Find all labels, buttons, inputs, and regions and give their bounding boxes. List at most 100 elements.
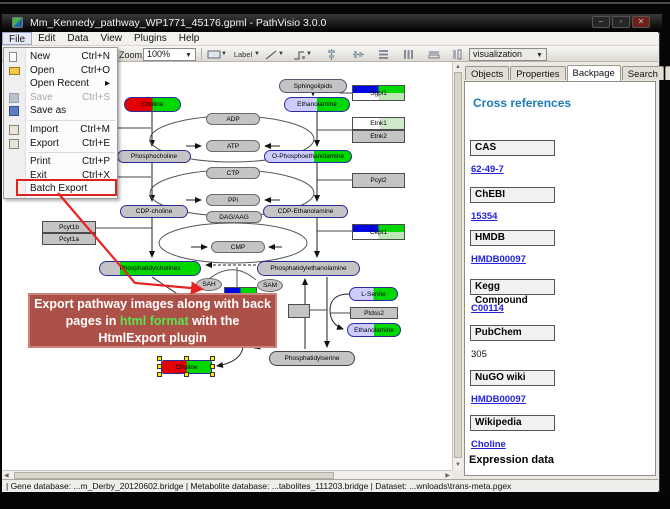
node-dag-aag[interactable]: DAG/AAG [206,211,262,223]
minimize-button[interactable]: – [592,16,610,28]
tab-legend[interactable]: Legend [665,66,670,80]
menu-edit[interactable]: Edit [32,32,61,45]
chevron-down-icon[interactable]: ▼ [221,51,227,57]
node-phosphocholine[interactable]: Phosphocholine [117,150,191,163]
menu-item-print[interactable]: PrintCtrl+P [4,155,117,169]
node-l-serine[interactable]: L-Serine [349,287,398,301]
node-ctp[interactable]: CTP [206,167,260,179]
node-sphingolipids[interactable]: Sphingolipids [279,79,347,93]
gene-sgpl1[interactable]: Sgpl1 [352,85,405,101]
menu-item-open-recent[interactable]: Open Recent▸ [4,77,117,91]
window-title: Mm_Kennedy_pathway_WP1771_45176.gpml - P… [30,17,326,29]
menu-bar: File Edit Data View Plugins Help [2,32,658,46]
callout-highlight: html format [120,314,189,328]
scroll-up-icon[interactable]: ▲ [455,63,461,71]
label-tool-button[interactable]: Label [230,48,256,61]
selection-handle[interactable] [184,356,189,361]
menu-item-export[interactable]: ExportCtrl+E [4,137,117,151]
xref-link[interactable]: HMDB00097 [471,254,526,265]
gene-pcyt1a[interactable]: Pcyt1a [42,233,96,245]
gene-unlabeled[interactable] [288,304,310,318]
close-button[interactable]: ✕ [632,16,650,28]
selection-handle[interactable] [210,356,215,361]
selection-handle[interactable] [184,372,189,377]
elbow-connector-icon [293,50,305,60]
xref-link[interactable]: 62-49-7 [471,164,504,175]
common-height-icon [452,49,462,60]
tab-backpage[interactable]: Backpage [567,65,621,81]
align-middle-button[interactable] [349,48,367,61]
distribute-columns-button[interactable] [399,48,417,61]
chevron-down-icon[interactable]: ▼ [278,51,284,57]
node-ethanolamine-bottom[interactable]: Ethanolamine [347,323,401,337]
xref-link[interactable]: Choline [471,439,506,450]
selection-handle[interactable] [210,372,215,377]
chevron-down-icon[interactable]: ▼ [254,51,260,57]
node-cdp-choline[interactable]: CDP-choline [120,205,188,218]
zoom-combobox[interactable]: 100%▼ [143,48,196,61]
align-center-button[interactable] [322,48,340,61]
canvas-horizontal-scrollbar[interactable]: ◀ ▶ [2,470,452,479]
selection-handle[interactable] [157,364,162,369]
node-choline[interactable]: Choline [124,97,181,112]
chevron-down-icon[interactable]: ▼ [306,51,312,57]
node-o-phosphoethanolamine[interactable]: O-Phosphoethanolamine [264,150,352,163]
menu-item-open[interactable]: OpenCtrl+O [4,64,117,78]
sidebar-tabs: Objects Properties Backpage Search Legen… [465,66,670,82]
menu-plugins[interactable]: Plugins [128,32,173,45]
menu-data[interactable]: Data [61,32,94,45]
gene-cept1[interactable]: Cept1 [352,224,405,240]
node-adp[interactable]: ADP [206,113,260,125]
datanode-icon [207,50,221,59]
distribute-rows-button[interactable] [374,48,392,61]
xref-link[interactable]: 15354 [471,211,497,222]
gene-pcyt1b[interactable]: Pcyt1b [42,221,96,233]
menu-help[interactable]: Help [173,32,206,45]
common-width-button[interactable] [425,48,443,61]
scroll-down-icon[interactable]: ▼ [455,461,461,469]
common-height-button[interactable] [448,48,466,61]
gene-etnk1[interactable]: Etnk1 [352,117,405,130]
node-phosphatidylethanolamine[interactable]: Phosphatidylethanolamine [257,261,360,276]
line-icon [265,50,277,60]
node-atp[interactable]: ATP [206,140,260,152]
node-sam[interactable]: SAM [257,279,283,292]
tab-properties[interactable]: Properties [510,66,565,80]
title-bar[interactable]: Mm_Kennedy_pathway_WP1771_45176.gpml - P… [2,14,662,32]
node-phosphatidylcholines[interactable]: Phosphatidylcholines [99,261,201,276]
tab-objects[interactable]: Objects [465,66,509,80]
horizontal-scroll-thumb[interactable] [14,472,334,479]
xref-link[interactable]: HMDB00097 [471,394,526,405]
tab-search[interactable]: Search [622,66,664,80]
gene-ptdss2[interactable]: Ptdss2 [350,307,398,319]
maximize-button[interactable]: ▫ [612,16,630,28]
node-sah[interactable]: SAH [196,278,222,291]
node-phosphatidylserine[interactable]: Phosphatidylserine [269,351,355,366]
gene-etnk2[interactable]: Etnk2 [352,130,405,143]
menu-item-save-as[interactable]: Save as [4,104,117,118]
menu-item-new[interactable]: NewCtrl+N [4,50,117,64]
screenshot: Mm_Kennedy_pathway_WP1771_45176.gpml - P… [0,0,670,509]
node-cmp[interactable]: CMP [211,241,265,253]
align-middle-icon [353,49,364,60]
menu-view[interactable]: View [94,32,128,45]
canvas-vertical-scrollbar[interactable]: ▲ ▼ [452,62,462,470]
menu-item-import[interactable]: ImportCtrl+M [4,123,117,137]
window-border [0,492,670,509]
selection-handle[interactable] [210,364,215,369]
chevron-down-icon: ▼ [536,50,545,59]
vertical-scroll-thumb[interactable] [454,72,462,458]
xref-link[interactable]: C00114 [471,303,504,314]
xref-source: ChEBI [470,187,555,203]
align-center-icon [326,49,337,60]
node-cdp-ethanolamine[interactable]: CDP-Ethanolamine [263,205,348,218]
selection-handle[interactable] [157,356,162,361]
submenu-arrow-icon: ▸ [105,77,110,91]
gene-pcyt2[interactable]: Pcyt2 [352,173,405,188]
node-ppi[interactable]: PPi [206,194,260,206]
node-ethanolamine[interactable]: Ethanolamine [284,97,350,112]
selection-handle[interactable] [157,372,162,377]
menu-file[interactable]: File [2,32,32,45]
visualization-combobox[interactable]: visualization▼ [469,48,547,61]
xref-source: NuGO wiki [470,370,555,386]
